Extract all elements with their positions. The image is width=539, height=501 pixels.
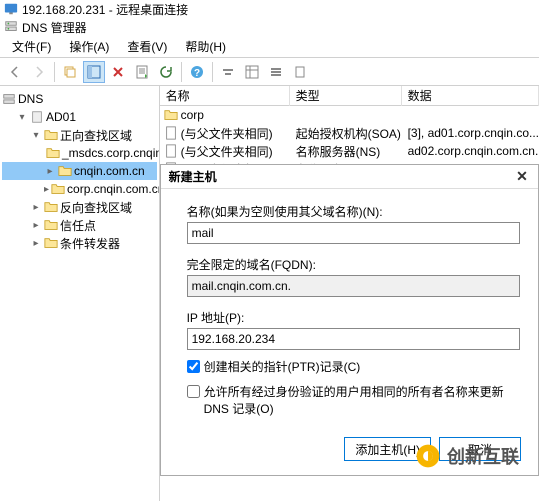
rdp-icon — [4, 2, 18, 16]
forward-button[interactable] — [28, 61, 50, 83]
filter-button[interactable] — [217, 61, 239, 83]
tree-server[interactable]: ▾ AD01 — [2, 108, 157, 126]
toolbar: ? — [0, 58, 539, 86]
fqdn-input — [187, 275, 520, 297]
properties-button[interactable] — [131, 61, 153, 83]
list-view-button[interactable] — [265, 61, 287, 83]
tree-zone-item-selected[interactable]: ▸ cnqin.com.cn — [2, 162, 157, 180]
ptr-label: 创建相关的指针(PTR)记录(C) — [204, 358, 520, 375]
tree-pane: DNS ▾ AD01 ▾ 正向查找区域 _msdcs.corp.cnqin.c.… — [0, 86, 160, 501]
column-name[interactable]: 名称 — [160, 86, 290, 106]
chevron-down-icon[interactable]: ▾ — [30, 129, 42, 141]
auth-checkbox[interactable] — [187, 385, 200, 398]
chevron-right-icon[interactable]: ▸ — [44, 183, 49, 195]
back-button[interactable] — [4, 61, 26, 83]
tree-reverse-zone[interactable]: ▸ 反向查找区域 — [2, 198, 157, 216]
details-button[interactable] — [241, 61, 263, 83]
export-button[interactable] — [289, 61, 311, 83]
ip-input[interactable] — [187, 328, 520, 350]
menu-help[interactable]: 帮助(H) — [177, 36, 234, 57]
list-row[interactable]: (与父文件夹相同) 起始授权机构(SOA) [3], ad01.corp.cnq… — [160, 124, 539, 142]
ip-label: IP 地址(P): — [187, 309, 520, 326]
delete-button[interactable] — [107, 61, 129, 83]
tree-zone-item[interactable]: _msdcs.corp.cnqin.c... — [2, 144, 157, 162]
logo-icon — [415, 443, 441, 469]
dialog-title: 新建主机 — [169, 168, 217, 185]
tree-conditional-fwd[interactable]: ▸ 条件转发器 — [2, 234, 157, 252]
new-host-dialog: 新建主机 ✕ 名称(如果为空则使用其父域名称)(N): 完全限定的域名(FQDN… — [160, 164, 539, 476]
chevron-right-icon[interactable]: ▸ — [30, 219, 42, 231]
svg-text:?: ? — [194, 68, 200, 79]
list-header: 名称 类型 数据 — [160, 86, 539, 106]
menu-action[interactable]: 操作(A) — [61, 36, 117, 57]
help-button[interactable]: ? — [186, 61, 208, 83]
new-window-button[interactable] — [59, 61, 81, 83]
dns-icon — [4, 20, 18, 34]
tree-zone-item[interactable]: ▸ corp.cnqin.com.cn — [2, 180, 157, 198]
tree-dns-root[interactable]: DNS — [2, 90, 157, 108]
chevron-right-icon[interactable]: ▸ — [44, 165, 56, 177]
column-type[interactable]: 类型 — [290, 86, 402, 106]
ptr-checkbox[interactable] — [187, 360, 200, 373]
list-row[interactable]: (与父文件夹相同) 名称服务器(NS) ad02.corp.cnqin.com.… — [160, 142, 539, 160]
window-title: 192.168.20.231 - 远程桌面连接 — [22, 1, 188, 18]
app-title: DNS 管理器 — [22, 19, 87, 36]
auth-label: 允许所有经过身份验证的用户用相同的所有者名称来更新 DNS 记录(O) — [204, 383, 520, 417]
toggle-tree-button[interactable] — [83, 61, 105, 83]
chevron-right-icon[interactable]: ▸ — [30, 237, 42, 249]
chevron-right-icon[interactable]: ▸ — [30, 201, 42, 213]
refresh-button[interactable] — [155, 61, 177, 83]
menu-file[interactable]: 文件(F) — [4, 36, 59, 57]
watermark: 创新互联 — [415, 443, 519, 469]
menu-view[interactable]: 查看(V) — [119, 36, 175, 57]
column-data[interactable]: 数据 — [402, 86, 539, 106]
fqdn-label: 完全限定的域名(FQDN): — [187, 256, 520, 273]
list-row[interactable]: corp — [160, 106, 539, 124]
chevron-down-icon[interactable]: ▾ — [16, 111, 28, 123]
menubar: 文件(F) 操作(A) 查看(V) 帮助(H) — [0, 36, 539, 58]
name-label: 名称(如果为空则使用其父域名称)(N): — [187, 203, 520, 220]
name-input[interactable] — [187, 222, 520, 244]
tree-forward-zone[interactable]: ▾ 正向查找区域 — [2, 126, 157, 144]
close-icon[interactable]: ✕ — [514, 169, 530, 185]
tree-trust[interactable]: ▸ 信任点 — [2, 216, 157, 234]
